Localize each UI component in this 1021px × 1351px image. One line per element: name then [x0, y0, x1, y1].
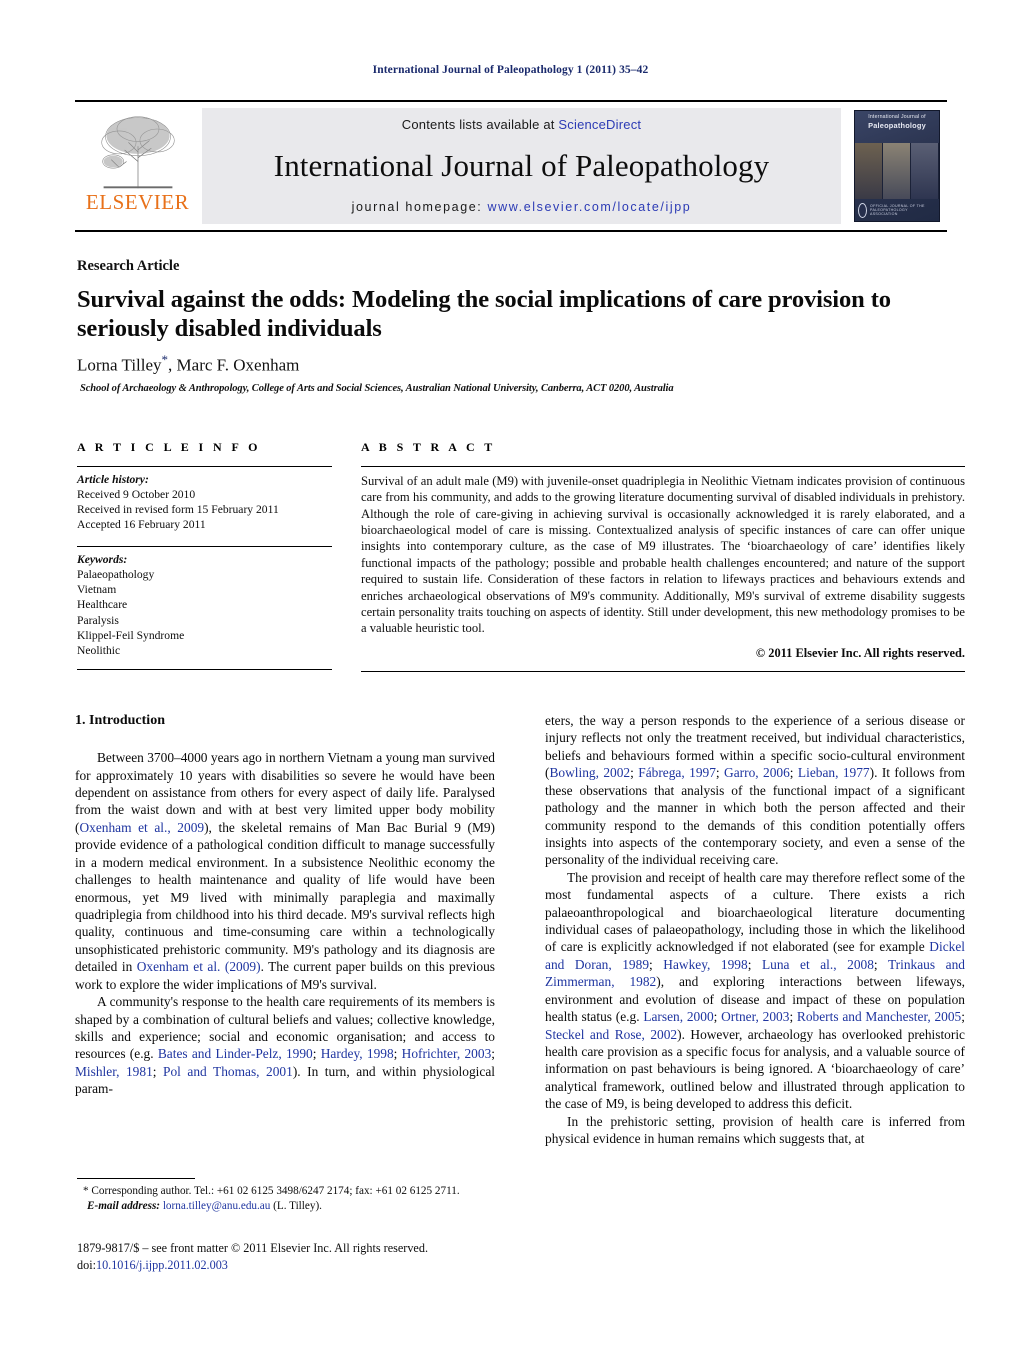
publisher-logo[interactable]: ELSEVIER	[75, 102, 200, 230]
journal-title: International Journal of Paleopathology	[273, 147, 770, 183]
citation-link[interactable]: Mishler, 1981	[75, 1064, 153, 1079]
paragraph: The provision and receipt of health care…	[545, 869, 965, 1112]
cover-photo-skull	[883, 143, 911, 199]
citation-link[interactable]: Hofrichter, 2003	[402, 1046, 492, 1061]
citation-link[interactable]: Ortner, 2003	[721, 1009, 789, 1024]
homepage-url-link[interactable]: www.elsevier.com/locate/ijpp	[487, 200, 691, 214]
footnote-marker: *	[83, 1185, 89, 1197]
citation-link[interactable]: Roberts and Manchester, 2005	[797, 1009, 961, 1024]
email-link[interactable]: lorna.tilley@anu.edu.au	[163, 1200, 271, 1212]
body-text: 1. Introduction Between 3700–4000 years …	[75, 712, 965, 1172]
journal-cover-thumbnail[interactable]: International Journal of Paleopathology …	[847, 102, 947, 230]
citation-link[interactable]: Oxenham et al., 2009	[79, 820, 204, 835]
journal-band: Contents lists available at ScienceDirec…	[202, 108, 841, 224]
citation-link[interactable]: Steckel and Rose, 2002	[545, 1027, 677, 1042]
article-info-rule-bottom	[77, 668, 332, 670]
affiliation: School of Archaeology & Anthropology, Co…	[80, 383, 674, 394]
cover-photo-bone	[855, 143, 883, 199]
abstract-copyright: © 2011 Elsevier Inc. All rights reserved…	[755, 645, 965, 660]
history-accepted: Accepted 16 February 2011	[77, 518, 206, 532]
citation-link[interactable]: Larsen, 2000	[643, 1009, 713, 1024]
elsevier-tree-icon	[100, 116, 175, 189]
keyword-item: Palaeopathology	[77, 568, 155, 582]
citation-link[interactable]: Bates and Linder-Pelz, 1990	[158, 1046, 313, 1061]
corresponding-author-footnote: * Corresponding author. Tel.: +61 02 612…	[77, 1178, 497, 1214]
page-title: Survival against the odds: Modeling the …	[77, 286, 891, 343]
sciencedirect-link[interactable]: ScienceDirect	[558, 117, 641, 132]
keywords-list: Keywords: Palaeopathology Vietnam Health…	[77, 547, 332, 657]
journal-homepage-line: journal homepage: www.elsevier.com/locat…	[352, 200, 692, 214]
homepage-prefix: journal homepage:	[351, 199, 483, 214]
paragraph: In the prehistoric setting, provision of…	[545, 1113, 965, 1147]
author-list: Lorna Tilley*, Marc F. Oxenham	[77, 352, 947, 376]
article-info-column: A R T I C L E I N F O Article history: R…	[77, 440, 332, 670]
info-abstract-block: A R T I C L E I N F O Article history: R…	[75, 440, 965, 690]
keywords-label: Keywords:	[77, 553, 128, 567]
cover-image: International Journal of Paleopathology …	[854, 110, 940, 222]
citation-link[interactable]: Hawkey, 1998	[663, 957, 747, 972]
doi-link[interactable]: 10.1016/j.ijpp.2011.02.003	[96, 1258, 228, 1272]
article-info-heading: A R T I C L E I N F O	[77, 440, 261, 454]
citation-link[interactable]: Garro, 2006	[724, 765, 790, 780]
cover-title-text: International Journal of Paleopathology	[859, 114, 935, 140]
citation-link[interactable]: Pol and Thomas, 2001	[163, 1064, 293, 1079]
citation-link[interactable]: Bowling, 2002	[549, 765, 630, 780]
article-type: Research Article	[77, 258, 180, 274]
running-head: International Journal of Paleopathology …	[372, 64, 649, 76]
citation-link[interactable]: Hardey, 1998	[321, 1046, 394, 1061]
history-received: Received 9 October 2010	[77, 488, 196, 502]
citation-link[interactable]: Fábrega, 1997	[638, 765, 716, 780]
email-label: E-mail address:	[87, 1200, 161, 1212]
citation-link[interactable]: Oxenham et al. (2009)	[137, 959, 261, 974]
contents-prefix: Contents lists available at	[401, 117, 555, 132]
paragraph: eters, the way a person responds to the …	[545, 713, 965, 868]
keyword-item: Healthcare	[77, 598, 128, 612]
paragraph: A community's response to the health car…	[75, 994, 495, 1097]
doi-prefix: doi:	[77, 1257, 96, 1272]
section-heading-introduction: 1. Introduction	[75, 713, 165, 728]
author-primary: Lorna Tilley	[77, 355, 162, 375]
cover-footer-text: OFFICIAL JOURNAL OF THE PALEOPATHOLOGY A…	[870, 204, 925, 216]
issn-copyright-line: 1879-9817/$ – see front matter © 2011 El…	[77, 1241, 428, 1255]
cover-photo-scan	[911, 143, 939, 199]
keyword-item: Paralysis	[77, 613, 119, 627]
publisher-name: ELSEVIER	[85, 190, 190, 214]
cover-photo-strip	[855, 143, 939, 199]
email-owner: (L. Tilley).	[273, 1200, 322, 1212]
paragraph: Between 3700–4000 years ago in northern …	[75, 750, 495, 992]
doi-line: doi:10.1016/j.ijpp.2011.02.003	[77, 1257, 597, 1274]
association-seal-icon	[858, 202, 868, 218]
keyword-item: Neolithic	[77, 643, 121, 657]
body-column-right: eters, the way a person responds to the …	[545, 712, 965, 1148]
abstract-heading: A B S T R A C T	[361, 440, 496, 454]
article-history: Article history: Received 9 October 2010…	[77, 467, 332, 532]
contents-available-line: Contents lists available at ScienceDirec…	[402, 117, 641, 132]
article-history-label: Article history:	[77, 473, 149, 486]
history-revised: Received in revised form 15 February 201…	[77, 503, 279, 517]
footnote-rule	[77, 1178, 195, 1179]
citation-link[interactable]: Luna et al., 2008	[762, 957, 874, 972]
citation-link[interactable]: Lieban, 1977	[798, 765, 870, 780]
journal-masthead: ELSEVIER Contents lists available at Sci…	[75, 100, 947, 232]
cover-line-1: International Journal of	[868, 114, 926, 120]
page-footer: 1879-9817/$ – see front matter © 2011 El…	[77, 1240, 597, 1273]
abstract-text: Survival of an adult male (M9) with juve…	[361, 474, 965, 636]
paper-page: International Journal of Paleopathology …	[0, 0, 1021, 1351]
abstract-rule-bottom	[361, 670, 965, 672]
keyword-item: Vietnam	[77, 583, 117, 597]
author-secondary: , Marc F. Oxenham	[168, 355, 300, 375]
body-column-left: 1. Introduction Between 3700–4000 years …	[75, 712, 495, 1098]
keyword-item: Klippel-Feil Syndrome	[77, 628, 185, 642]
footnote-contact-line: Corresponding author. Tel.: +61 02 6125 …	[91, 1185, 460, 1197]
cover-line-2: Paleopathology	[868, 121, 926, 131]
footnote-text: * Corresponding author. Tel.: +61 02 612…	[77, 1184, 497, 1214]
abstract-column: A B S T R A C T Survival of an adult mal…	[361, 440, 965, 672]
cover-footer: OFFICIAL JOURNAL OF THE PALEOPATHOLOGY A…	[858, 202, 936, 218]
